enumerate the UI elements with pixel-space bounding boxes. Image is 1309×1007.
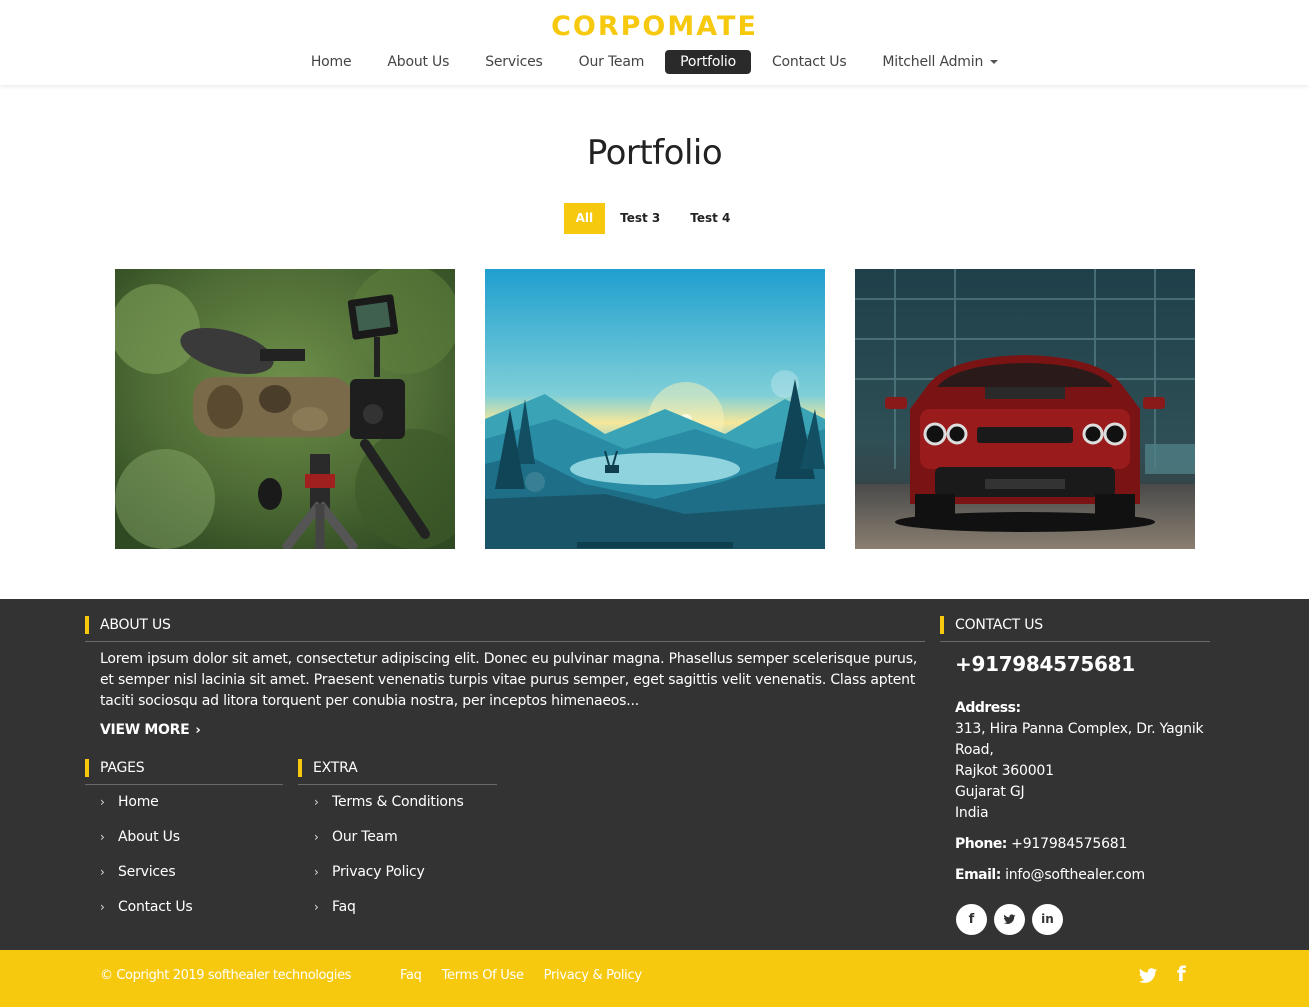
nav-item-portfolio[interactable]: Portfolio	[665, 50, 751, 74]
bottom-bar: © Copright 2019 softhealer technologies …	[0, 950, 1309, 1007]
twitter-icon[interactable]	[994, 904, 1025, 935]
facebook-icon[interactable]: f	[956, 904, 987, 935]
filter-test-4[interactable]: Test 4	[675, 203, 745, 234]
contact-us-divider	[940, 641, 1210, 642]
footer-link-label: Our Team	[332, 829, 398, 845]
pages-links: › Home › About Us › Services › Contact Us	[100, 794, 193, 934]
chevron-right-icon: ›	[100, 795, 105, 809]
main-nav: Home About Us Services Our Team Portfoli…	[0, 50, 1309, 74]
contact-socials: f in	[956, 904, 1063, 935]
contact-phone-large[interactable]: +917984575681	[955, 652, 1135, 676]
nav-item-contact-us[interactable]: Contact Us	[757, 50, 861, 74]
extra-heading: EXTRA	[298, 759, 358, 777]
footer-link-faq[interactable]: › Faq	[314, 899, 464, 934]
address-label: Address:	[955, 700, 1021, 716]
email-label: Email:	[955, 867, 1001, 883]
address-line-3: Gujarat GJ	[955, 784, 1025, 800]
chevron-right-icon: ›	[314, 830, 319, 844]
site-header: CORPOMATE Home About Us Services Our Tea…	[0, 0, 1309, 85]
phone-value[interactable]: +917984575681	[1011, 836, 1127, 852]
portfolio-filters: All Test 3 Test 4	[0, 203, 1309, 234]
site-logo[interactable]: CORPOMATE	[0, 11, 1309, 42]
address-line-1: 313, Hira Panna Complex, Dr. Yagnik Road…	[955, 721, 1204, 758]
camera-image	[115, 269, 455, 549]
bottom-link-faq[interactable]: Faq	[400, 968, 422, 983]
footer-link-label: Contact Us	[118, 899, 193, 915]
twitter-bird-icon	[1138, 968, 1158, 983]
bottom-links: Faq Terms Of Use Privacy & Policy	[400, 968, 642, 983]
contact-email: Email: info@softhealer.com	[955, 865, 1210, 886]
user-menu-label: Mitchell Admin	[882, 54, 984, 70]
chevron-right-icon: ›	[100, 865, 105, 879]
chevron-right-icon: ›	[314, 795, 319, 809]
about-us-text: Lorem ipsum dolor sit amet, consectetur …	[100, 651, 918, 709]
landscape-image	[485, 269, 825, 549]
footer-link-terms[interactable]: › Terms & Conditions	[314, 794, 464, 829]
portfolio-image-landscape[interactable]	[485, 269, 825, 549]
nav-item-services[interactable]: Services	[470, 50, 557, 74]
email-value[interactable]: info@softhealer.com	[1005, 867, 1145, 883]
extra-divider	[298, 784, 497, 785]
about-us-heading: ABOUT US	[85, 616, 171, 634]
chevron-right-icon: ›	[314, 865, 319, 879]
chevron-right-icon: ›	[195, 723, 201, 738]
contact-us-heading: CONTACT US	[940, 616, 1043, 634]
user-menu-dropdown[interactable]: Mitchell Admin	[867, 50, 1013, 74]
page-title: Portfolio	[586, 133, 723, 173]
contact-phone: Phone: +917984575681	[955, 834, 1210, 855]
about-us-divider	[85, 641, 925, 642]
contact-address: Address: 313, Hira Panna Complex, Dr. Ya…	[955, 698, 1210, 824]
chevron-down-icon	[990, 60, 999, 64]
footer-link-services[interactable]: › Services	[100, 864, 192, 899]
footer-link-about-us[interactable]: › About Us	[100, 829, 192, 864]
address-line-4: India	[955, 805, 989, 821]
filter-test-3[interactable]: Test 3	[605, 203, 675, 234]
footer-link-privacy[interactable]: › Privacy Policy	[314, 864, 464, 899]
twitter-icon[interactable]	[1138, 966, 1158, 991]
footer-link-label: Home	[118, 794, 159, 810]
bottom-link-terms[interactable]: Terms Of Use	[442, 968, 524, 983]
footer-link-label: Privacy Policy	[332, 864, 425, 880]
portfolio-image-camera[interactable]	[115, 269, 455, 549]
site-footer: ABOUT US Lorem ipsum dolor sit amet, con…	[0, 599, 1309, 950]
footer-link-home[interactable]: › Home	[100, 794, 192, 829]
view-more-label: VIEW MORE	[100, 722, 190, 738]
nav-item-about-us[interactable]: About Us	[372, 50, 464, 74]
extra-links: › Terms & Conditions › Our Team › Privacy P…	[314, 794, 464, 934]
pages-heading: PAGES	[85, 759, 145, 777]
view-more-link[interactable]: VIEW MORE ›	[100, 722, 201, 738]
portfolio-gallery	[115, 269, 1195, 549]
twitter-bird-icon	[1003, 914, 1016, 924]
filter-all[interactable]: All	[563, 203, 606, 234]
portfolio-image-car[interactable]	[855, 269, 1195, 549]
footer-link-label: About Us	[118, 829, 180, 845]
copyright-text: © Copright 2019 softhealer technologies	[100, 968, 352, 983]
chevron-right-icon: ›	[100, 830, 105, 844]
footer-link-our-team[interactable]: › Our Team	[314, 829, 464, 864]
chevron-right-icon: ›	[314, 900, 319, 914]
chevron-right-icon: ›	[100, 900, 105, 914]
car-image	[855, 269, 1195, 549]
phone-label: Phone:	[955, 836, 1007, 852]
footer-link-label: Services	[118, 864, 176, 880]
bottom-link-privacy[interactable]: Privacy & Policy	[544, 968, 642, 983]
footer-link-label: Faq	[332, 899, 356, 915]
pages-divider	[85, 784, 283, 785]
nav-item-our-team[interactable]: Our Team	[564, 50, 660, 74]
footer-link-contact-us[interactable]: › Contact Us	[100, 899, 193, 934]
footer-link-label: Terms & Conditions	[332, 794, 464, 810]
address-line-2: Rajkot 360001	[955, 763, 1054, 779]
nav-item-home[interactable]: Home	[296, 50, 367, 74]
facebook-icon[interactable]: f	[1177, 962, 1186, 986]
linkedin-icon[interactable]: in	[1032, 904, 1063, 935]
